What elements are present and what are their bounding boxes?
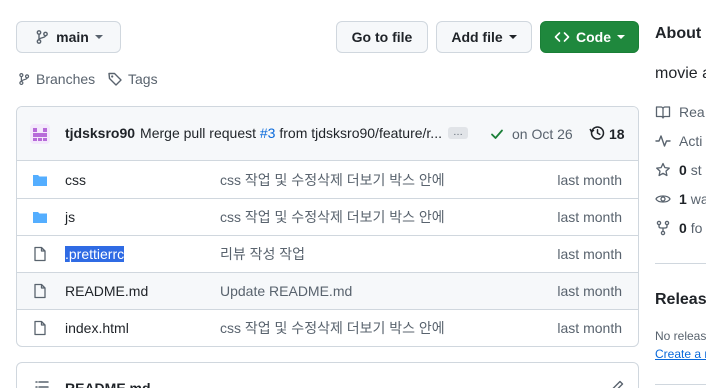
go-to-file-label: Go to file	[351, 29, 413, 45]
chevron-down-icon	[617, 35, 625, 39]
commit-message[interactable]: css 작업 및 수정삭제 더보기 박스 안에	[220, 199, 445, 235]
table-row[interactable]: css css 작업 및 수정삭제 더보기 박스 안에 last month	[17, 162, 638, 199]
commit-date: last month	[557, 320, 622, 336]
commit-message[interactable]: css 작업 및 수정삭제 더보기 박스 안에	[220, 162, 445, 198]
commit-summary: tjdsksro90 Merge pull request #3 from tj…	[65, 125, 468, 141]
star-icon	[655, 162, 671, 178]
repo-description: movie a	[655, 65, 706, 82]
commit-message-pre[interactable]: Merge pull request	[140, 125, 260, 141]
forks-count: 0	[679, 220, 687, 236]
file-name[interactable]: js	[65, 199, 75, 235]
avatar[interactable]	[30, 124, 50, 144]
pr-link[interactable]: #3	[260, 125, 276, 141]
commit-author[interactable]: tjdsksro90	[65, 125, 135, 141]
table-row[interactable]: js css 작업 및 수정삭제 더보기 박스 안에 last month	[17, 198, 638, 235]
tag-icon	[107, 71, 123, 87]
sidebar-divider	[655, 263, 706, 264]
activity-link[interactable]: Acti	[655, 133, 702, 149]
file-name[interactable]: README.md	[65, 273, 148, 309]
stars-label: st	[690, 162, 702, 178]
commit-count[interactable]: 18	[609, 126, 625, 142]
no-releases-text: No releas	[655, 329, 706, 343]
readme-link-label: Rea	[679, 104, 705, 120]
tags-label: Tags	[128, 71, 158, 87]
branches-link[interactable]: Branches	[17, 71, 95, 87]
latest-commit-bar: tjdsksro90 Merge pull request #3 from tj…	[17, 107, 638, 161]
code-button[interactable]: Code	[540, 21, 639, 53]
file-table: tjdsksro90 Merge pull request #3 from tj…	[16, 106, 639, 347]
branch-name: main	[56, 29, 89, 45]
go-to-file-button[interactable]: Go to file	[336, 21, 428, 53]
table-row[interactable]: .prettierrc 리뷰 작성 작업 last month	[17, 235, 638, 272]
file-name[interactable]: css	[65, 162, 86, 198]
history-icon[interactable]	[589, 125, 605, 144]
table-row[interactable]: index.html css 작업 및 수정삭제 더보기 박스 안에 last …	[17, 309, 638, 346]
stars-link[interactable]: 0 st	[655, 162, 702, 178]
watchers-link[interactable]: 1 wa	[655, 191, 706, 207]
eye-icon	[655, 191, 671, 207]
table-row[interactable]: README.md Update README.md last month	[17, 272, 638, 309]
check-icon	[489, 126, 505, 145]
commit-message[interactable]: 리뷰 작성 작업	[220, 236, 305, 272]
watchers-count: 1	[679, 191, 687, 207]
about-heading: About	[655, 25, 702, 42]
commit-message-post[interactable]: from tjdsksro90/feature/r...	[275, 125, 442, 141]
create-release-link[interactable]: Create a n	[655, 347, 706, 361]
commit-date: last month	[557, 172, 622, 188]
file-icon	[32, 273, 48, 309]
file-name[interactable]: index.html	[65, 310, 129, 346]
forks-label: fo	[690, 220, 703, 236]
repo-forked-icon	[655, 220, 671, 236]
add-file-button[interactable]: Add file	[436, 21, 532, 53]
readme-link[interactable]: Rea	[655, 104, 705, 120]
commit-date: last month	[557, 209, 622, 225]
git-branch-icon	[17, 71, 31, 87]
git-branch-icon	[34, 29, 50, 45]
add-file-label: Add file	[451, 29, 503, 45]
book-icon	[655, 104, 671, 120]
chevron-down-icon	[508, 35, 517, 39]
branches-label: Branches	[36, 71, 96, 87]
folder-icon	[32, 199, 48, 235]
watchers-label: wa	[690, 191, 706, 207]
branch-select-button[interactable]: main	[16, 21, 121, 53]
pulse-icon	[655, 133, 671, 149]
commit-date[interactable]: on Oct 26	[512, 126, 573, 142]
commit-message[interactable]: css 작업 및 수정삭제 더보기 박스 안에	[220, 310, 445, 346]
stars-count: 0	[679, 162, 687, 178]
readme-panel: README.md	[16, 362, 639, 388]
commit-date: last month	[557, 246, 622, 262]
commit-date: last month	[557, 283, 622, 299]
folder-icon	[32, 162, 48, 198]
sidebar-divider	[655, 384, 706, 385]
code-icon	[554, 29, 570, 45]
releases-heading[interactable]: Release	[655, 291, 706, 309]
tags-link[interactable]: Tags	[107, 71, 158, 87]
code-label: Code	[576, 29, 611, 45]
commit-message[interactable]: Update README.md	[220, 273, 352, 309]
selected-file-name[interactable]: .prettierrc	[65, 246, 125, 262]
chevron-down-icon	[94, 35, 103, 39]
pencil-icon[interactable]	[609, 379, 625, 388]
activity-link-label: Acti	[679, 133, 703, 149]
file-icon	[32, 236, 48, 272]
list-icon[interactable]	[34, 379, 50, 388]
file-name[interactable]: .prettierrc	[65, 236, 125, 272]
forks-link[interactable]: 0 fo	[655, 220, 702, 236]
readme-title[interactable]: README.md	[65, 380, 151, 388]
file-icon	[32, 310, 48, 346]
expand-commit-button[interactable]: …	[447, 127, 468, 139]
